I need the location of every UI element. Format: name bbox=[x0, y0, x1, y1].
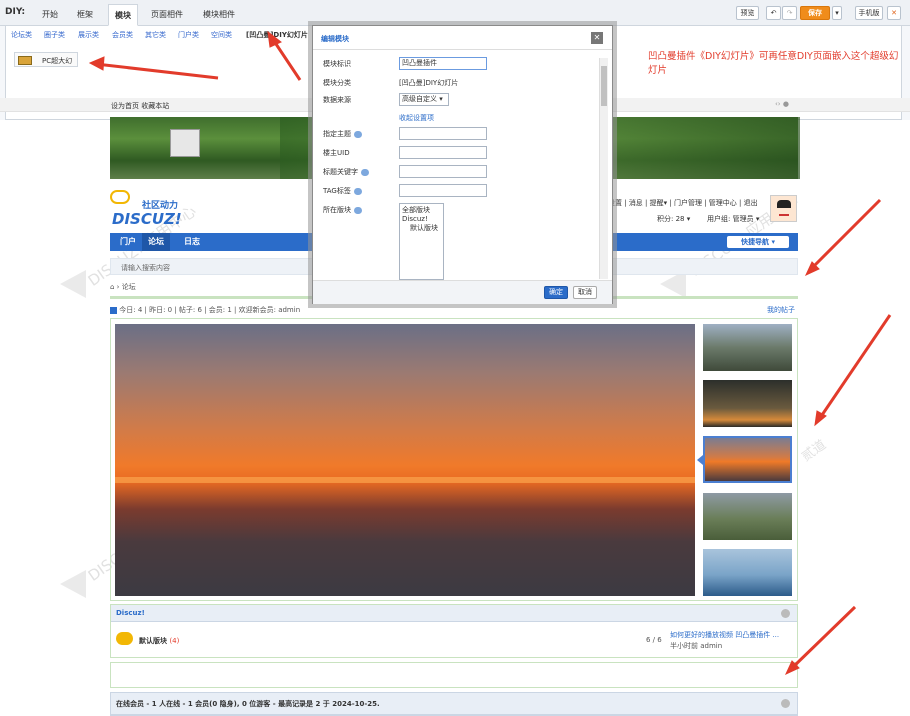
arrow-icon bbox=[810, 198, 882, 270]
arrow-icon bbox=[818, 314, 892, 419]
arrow-icon bbox=[88, 56, 105, 71]
arrow-icon bbox=[95, 62, 219, 80]
arrow-icon bbox=[790, 605, 857, 670]
arrow-icon bbox=[267, 30, 282, 48]
annotation-arrows bbox=[88, 30, 892, 676]
